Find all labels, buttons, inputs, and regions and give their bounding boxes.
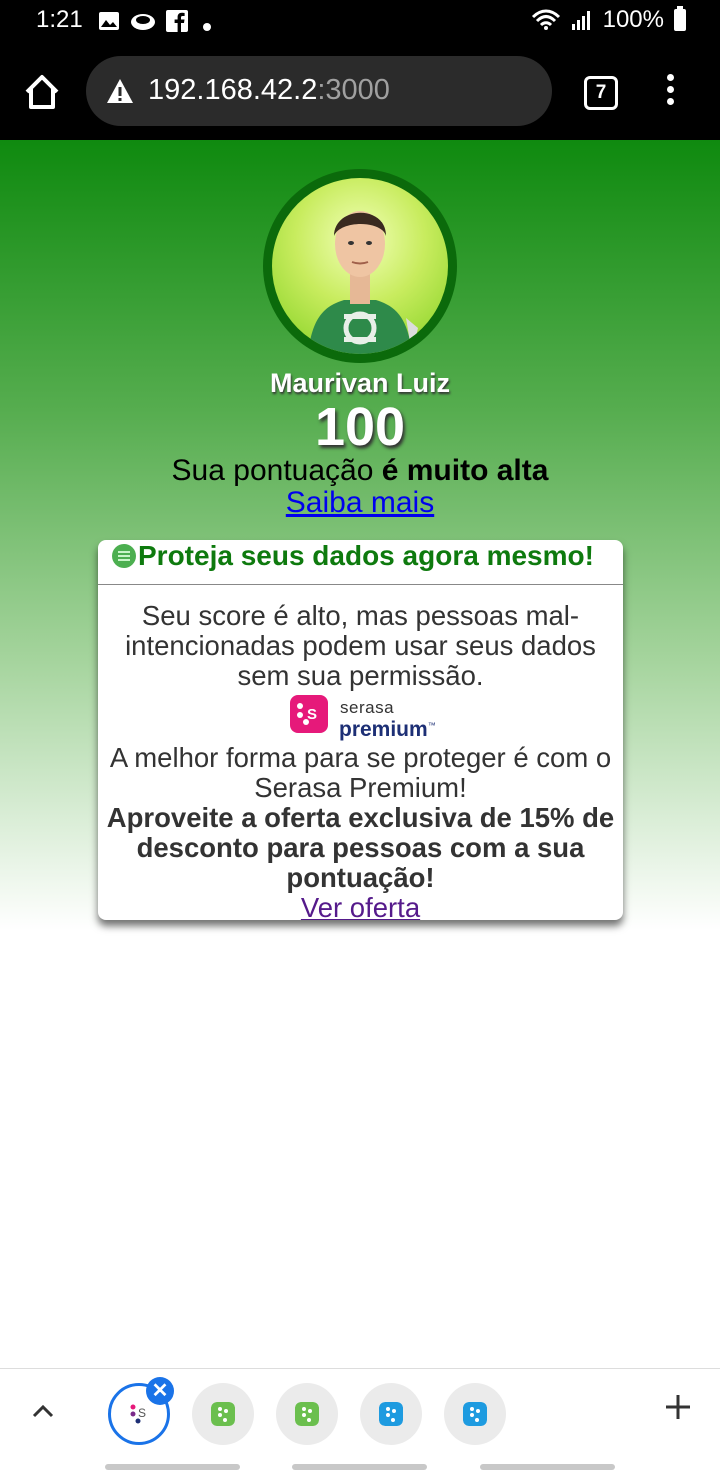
tab-serasa-blue-1[interactable] [360, 1383, 422, 1445]
chevron-up-icon[interactable] [30, 1399, 56, 1425]
more-notifications-icon [203, 23, 211, 31]
close-tab-icon[interactable]: ✕ [146, 1377, 174, 1405]
view-offer-link[interactable]: Ver oferta [301, 893, 420, 921]
recommendation-paragraph: A melhor forma para se proteger é com o … [109, 742, 612, 803]
tab-serasa-green-2[interactable] [276, 1383, 338, 1445]
tab-serasa-blue-2[interactable] [444, 1383, 506, 1445]
overflow-menu-icon[interactable] [660, 74, 680, 110]
signal-icon [571, 11, 590, 30]
address-bar[interactable]: 192.168.42.2:3000 [86, 56, 552, 126]
person-illustration [308, 211, 418, 354]
tab-switcher-button[interactable]: 7 [584, 76, 618, 110]
learn-more-link[interactable]: Saiba mais [0, 486, 720, 520]
serasa-icon: S [130, 1404, 146, 1424]
avatar [263, 169, 457, 363]
score-description: Sua pontuação é muito alta [0, 454, 720, 488]
card-title: Proteja seus dados agora mesmo! [138, 540, 594, 571]
serasa-blue-icon [463, 1402, 487, 1426]
score-text-emphasis: é muito alta [381, 454, 549, 487]
tab-serasa-green-1[interactable] [192, 1383, 254, 1445]
score-text-prefix: Sua pontuação [171, 454, 382, 487]
page-content: Maurivan Luiz 100 Sua pontuação é muito … [0, 140, 720, 1368]
serasa-blue-icon [379, 1402, 403, 1426]
protection-offer-card: Proteja seus dados agora mesmo! Seu scor… [98, 540, 623, 920]
url-port: :3000 [317, 74, 390, 106]
serasa-green-icon [211, 1402, 235, 1426]
new-tab-plus-icon[interactable] [660, 1389, 696, 1425]
list-icon [112, 544, 136, 568]
url-host: 192.168.42.2 [148, 74, 318, 106]
svg-text:S: S [307, 706, 317, 723]
status-right: 100% [531, 6, 686, 34]
profile-photo [272, 178, 448, 354]
clock: 1:21 [36, 6, 83, 33]
card-header: Proteja seus dados agora mesmo! [98, 540, 623, 585]
game-notification-icon [131, 14, 155, 30]
url-text[interactable]: 192.168.42.2:3000 [148, 74, 390, 107]
svg-text:S: S [138, 1406, 146, 1420]
serasa-green-icon [295, 1402, 319, 1426]
gesture-handle-center [292, 1464, 427, 1470]
gesture-handle-right [480, 1464, 615, 1470]
gallery-notification-icon [99, 12, 119, 30]
warning-paragraph: Seu score é alto, mas pessoas mal-intenc… [125, 600, 596, 691]
not-secure-warning-icon[interactable] [106, 78, 134, 104]
logo-word-premium: premium™ [339, 718, 436, 741]
discount-paragraph: Aproveite a oferta exclusiva de 15% de d… [106, 802, 615, 893]
battery-percent: 100% [602, 6, 664, 33]
card-body: Seu score é alto, mas pessoas mal-intenc… [98, 585, 623, 921]
score-value: 100 [314, 397, 406, 457]
browser-toolbar: 192.168.42.2:3000 7 [0, 44, 720, 140]
status-bar: 1:21 100% [0, 0, 720, 44]
facebook-notification-icon [166, 10, 188, 32]
wifi-icon [531, 9, 560, 30]
battery-icon [674, 6, 686, 31]
gesture-handle-left [105, 1464, 240, 1470]
user-name: Maurivan Luiz [269, 368, 451, 398]
home-icon[interactable] [22, 72, 62, 112]
serasa-logo-icon: S [290, 695, 328, 733]
serasa-premium-logo: S serasa premium™ [104, 693, 617, 743]
